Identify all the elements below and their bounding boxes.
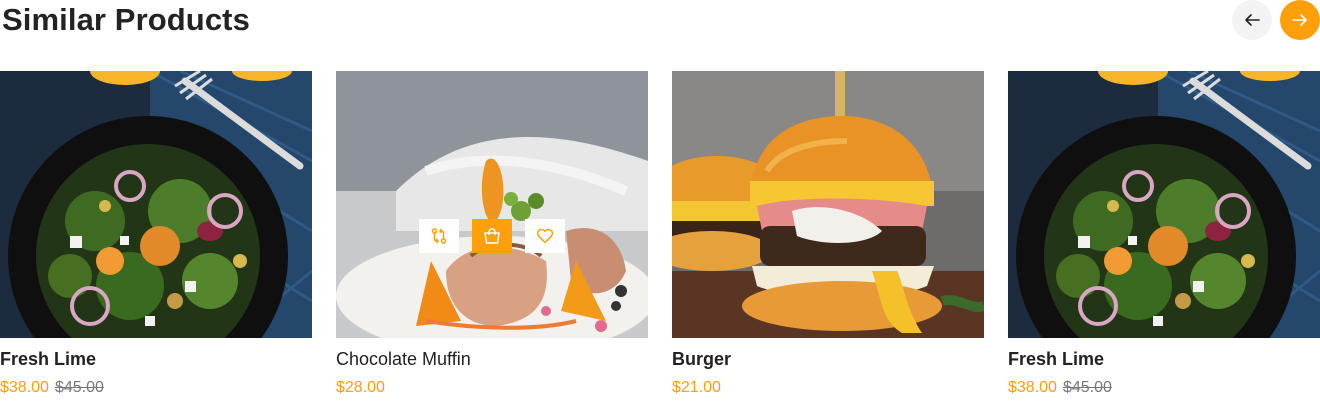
product-image-salmon[interactable] bbox=[336, 71, 648, 338]
shopping-bag-icon bbox=[484, 228, 500, 244]
product-price: $21.00 bbox=[672, 379, 721, 397]
carousel-prev-button[interactable] bbox=[1232, 0, 1272, 40]
price-current: $38.00 bbox=[0, 379, 49, 396]
price-old: $45.00 bbox=[54, 379, 104, 396]
arrow-right-icon bbox=[1292, 14, 1307, 26]
price-current: $21.00 bbox=[672, 379, 721, 396]
section-header: Similar Products bbox=[0, 0, 1320, 40]
product-image-salad[interactable] bbox=[1008, 71, 1320, 338]
arrow-left-icon bbox=[1245, 14, 1260, 26]
add-to-cart-button[interactable] bbox=[472, 219, 512, 253]
product-name[interactable]: Fresh Lime bbox=[0, 349, 96, 370]
product-card[interactable]: Chocolate Muffin $28.00 bbox=[336, 71, 648, 401]
carousel-next-button[interactable] bbox=[1280, 0, 1320, 40]
heart-icon bbox=[536, 228, 554, 244]
compare-button[interactable] bbox=[419, 219, 459, 253]
product-card[interactable]: Fresh Lime $38.00 $45.00 bbox=[0, 71, 312, 401]
product-card[interactable]: Fresh Lime $38.00 $45.00 bbox=[1008, 71, 1320, 401]
price-old: $45.00 bbox=[1062, 379, 1112, 396]
product-price: $28.00 bbox=[336, 379, 385, 397]
product-image-burger[interactable] bbox=[672, 71, 984, 338]
product-image-salad[interactable] bbox=[0, 71, 312, 338]
wishlist-button[interactable] bbox=[525, 219, 565, 253]
product-name[interactable]: Chocolate Muffin bbox=[336, 349, 471, 370]
product-card[interactable]: Burger $21.00 bbox=[672, 71, 984, 401]
compare-icon bbox=[431, 228, 447, 244]
product-name[interactable]: Fresh Lime bbox=[1008, 349, 1104, 370]
price-current: $28.00 bbox=[336, 379, 385, 396]
section-title: Similar Products bbox=[2, 2, 250, 37]
price-current: $38.00 bbox=[1008, 379, 1057, 396]
product-name[interactable]: Burger bbox=[672, 349, 731, 370]
product-price: $38.00 $45.00 bbox=[0, 379, 104, 397]
product-hover-actions bbox=[419, 219, 565, 253]
product-price: $38.00 $45.00 bbox=[1008, 379, 1112, 397]
